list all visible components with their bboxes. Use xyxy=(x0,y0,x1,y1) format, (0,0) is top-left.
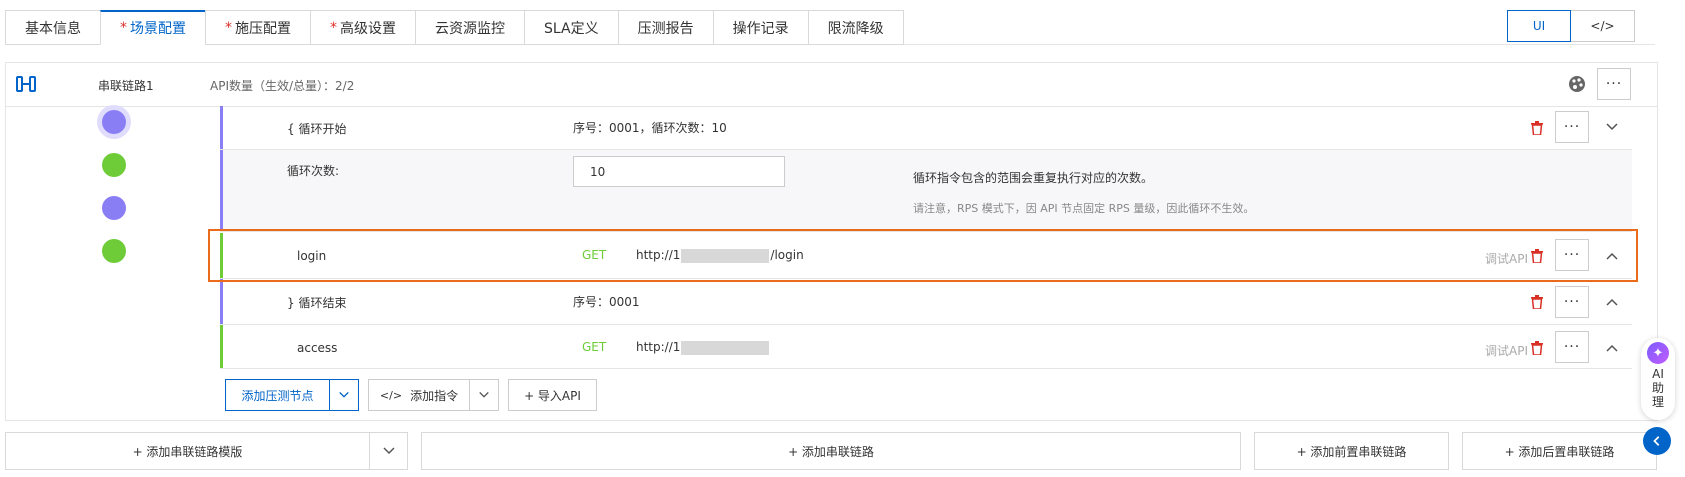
add-link-button[interactable]: + 添加串联链路 xyxy=(421,432,1241,470)
debug-api-link[interactable]: 调试API xyxy=(1485,250,1528,267)
link-header: 串联链路1 API数量（生效/总量）：2/2 ··· xyxy=(6,63,1657,107)
add-node-button[interactable]: 添加压测节点 xyxy=(225,379,330,411)
link-more-button[interactable]: ··· xyxy=(1597,68,1631,100)
chevron-up-icon[interactable] xyxy=(1605,295,1619,309)
add-template-dropdown[interactable] xyxy=(369,432,408,470)
loop-start-meta: 序号：0001，循环次数：10 xyxy=(573,121,727,135)
ai-assistant-button[interactable]: ✦ AI助理 xyxy=(1641,338,1675,420)
palette-icon[interactable] xyxy=(1568,75,1586,93)
link-title: 串联链路1 xyxy=(98,79,154,93)
tab-load-config[interactable]: * 施压配置 xyxy=(205,10,310,45)
timeline-dot-login xyxy=(102,153,126,177)
import-api-button[interactable]: + 导入API xyxy=(508,379,597,411)
loop-count-label: 循环次数: xyxy=(287,164,340,178)
tab-advanced-settings[interactable]: * 高级设置 xyxy=(310,10,415,45)
loop-end-label: } 循环结束 xyxy=(287,296,347,310)
login-more-button[interactable]: ··· xyxy=(1555,239,1589,271)
code-mode-button[interactable]: </> xyxy=(1571,10,1635,42)
delete-icon[interactable] xyxy=(1531,249,1543,263)
tab-rate-limit[interactable]: 限流降级 xyxy=(807,10,904,45)
chevron-down-icon xyxy=(339,391,349,398)
api-url: http://1 xyxy=(636,340,770,355)
loop-rps-note: 请注意，RPS 模式下，因 API 节点固定 RPS 量级，因此循环不生效。 xyxy=(913,202,1255,215)
add-node-dropdown[interactable] xyxy=(329,379,359,411)
timeline-dot-access xyxy=(102,239,126,263)
chevron-left-icon xyxy=(1653,436,1660,446)
collapse-button[interactable] xyxy=(1643,427,1671,455)
chevron-down-icon xyxy=(479,391,489,398)
mode-switch: UI </> xyxy=(1507,10,1635,42)
timeline-dot-loop-end xyxy=(102,196,126,220)
api-url: http://1/login xyxy=(636,248,804,263)
link-chain-icon xyxy=(16,76,36,92)
api-count: API数量（生效/总量）：2/2 xyxy=(210,79,355,93)
ai-assistant-label: AI助理 xyxy=(1651,367,1664,409)
api-name: access xyxy=(297,341,338,355)
loop-hint: 循环指令包含的范围会重复执行对应的次数。 xyxy=(913,171,1154,185)
loop-end-row[interactable]: } 循环结束 序号：0001 ··· xyxy=(220,279,1632,325)
add-post-link-button[interactable]: + 添加后置串联链路 xyxy=(1462,432,1657,470)
tab-bar: 基本信息 * 场景配置 * 施压配置 * 高级设置 云资源监控 SLA定义 压测报告 … xyxy=(5,10,904,45)
http-method: GET xyxy=(582,248,607,262)
chevron-up-icon[interactable] xyxy=(1605,249,1619,263)
sparkle-icon: ✦ xyxy=(1647,342,1669,364)
chevron-down-icon xyxy=(382,447,395,455)
add-command-dropdown[interactable] xyxy=(469,379,499,411)
tab-basic-info[interactable]: 基本信息 xyxy=(5,10,100,45)
code-icon: </> xyxy=(379,388,403,402)
loop-count-input[interactable] xyxy=(573,156,785,187)
api-row-access[interactable]: access GET http://1 调试API ··· xyxy=(220,325,1632,369)
loop-start-row[interactable]: { 循环开始 序号：0001，循环次数：10 ··· xyxy=(220,106,1632,150)
http-method: GET xyxy=(582,340,607,354)
tab-cloud-monitor[interactable]: 云资源监控 xyxy=(415,10,524,45)
loop-end-meta: 序号：0001 xyxy=(573,295,640,309)
api-row-login[interactable]: login GET http://1/login 调试API ··· xyxy=(220,233,1632,279)
tab-scenario-config[interactable]: * 场景配置 xyxy=(100,10,205,45)
ui-mode-button[interactable]: UI xyxy=(1507,10,1571,42)
loop-start-more-button[interactable]: ··· xyxy=(1555,111,1589,143)
api-name: login xyxy=(297,249,327,263)
tab-operation-log[interactable]: 操作记录 xyxy=(712,10,808,45)
debug-api-link[interactable]: 调试API xyxy=(1485,342,1528,359)
delete-icon[interactable] xyxy=(1531,341,1543,355)
chevron-down-icon[interactable] xyxy=(1605,120,1619,134)
timeline-dot-loop-start xyxy=(102,110,126,134)
tab-sla[interactable]: SLA定义 xyxy=(524,10,618,45)
add-template-button[interactable]: + 添加串联链路模版 xyxy=(5,432,370,470)
add-command-button[interactable]: </> 添加指令 xyxy=(368,379,470,411)
loop-end-more-button[interactable]: ··· xyxy=(1555,286,1589,318)
loop-start-label: { 循环开始 xyxy=(287,122,347,136)
loop-config-body: 循环次数: 循环指令包含的范围会重复执行对应的次数。 请注意，RPS 模式下，因… xyxy=(220,150,1632,232)
delete-icon[interactable] xyxy=(1531,121,1543,135)
access-more-button[interactable]: ··· xyxy=(1555,331,1589,363)
add-pre-link-button[interactable]: + 添加前置串联链路 xyxy=(1254,432,1449,470)
chevron-up-icon[interactable] xyxy=(1605,341,1619,355)
delete-icon[interactable] xyxy=(1531,295,1543,309)
tab-report[interactable]: 压测报告 xyxy=(617,10,713,45)
